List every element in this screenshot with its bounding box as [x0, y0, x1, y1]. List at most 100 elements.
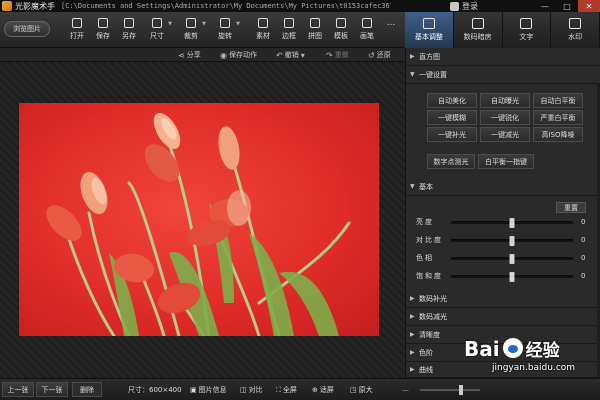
share-button[interactable]: ⋖ 分享 [178, 48, 201, 62]
section-fill-light[interactable]: ▶ 数码补光 [406, 290, 600, 308]
section-one-click[interactable]: ▼ 一键设置 [406, 66, 600, 84]
redo-label: 重做 [334, 51, 349, 59]
slider-track[interactable] [451, 235, 573, 246]
contrast-slider[interactable]: 对比度 0 [416, 231, 591, 249]
crop-label: 裁剪 [184, 32, 198, 40]
tab-basic-adjust[interactable]: 基本调整 [405, 12, 454, 48]
template-icon [336, 18, 346, 28]
undo-icon: ↶ [276, 50, 283, 60]
auto-beautify-button[interactable]: 自动美化 [427, 93, 477, 108]
open-button[interactable]: 打开 [64, 16, 90, 44]
zoom-slider[interactable] [420, 389, 480, 391]
chevron-down-icon[interactable]: ▼ [202, 21, 206, 27]
hue-slider[interactable]: 色相 0 [416, 249, 591, 267]
status-bar: 上一张 下一张 删除 尺寸：600×400 ▣ 图片信息 ◫ 对比 ⛶ 全屏 ⊕… [0, 378, 600, 400]
brush-icon [362, 18, 372, 28]
section-basic[interactable]: ▼ 基本 [406, 178, 600, 196]
tab-label: 文字 [519, 33, 534, 41]
border-button[interactable]: 边框 [276, 16, 302, 44]
high-iso-denoise-button[interactable]: 高ISO降噪 [533, 127, 583, 142]
delete-button[interactable]: 删除 [72, 382, 102, 397]
section-curves[interactable]: ▶ 曲线 [406, 362, 600, 378]
slider-label: 对比度 [416, 236, 443, 244]
section-clarity[interactable]: ▶ 清晰度 [406, 326, 600, 344]
minimize-button[interactable]: — [534, 0, 556, 12]
slider-knob[interactable] [509, 253, 515, 264]
tab-digital-darkroom[interactable]: 数码暗房 [454, 12, 503, 48]
white-balance-picker-button[interactable]: 白平衡一指键 [478, 154, 534, 169]
redo-button[interactable]: ↷ 重做 [326, 48, 349, 62]
spot-metering-button[interactable]: 数字点测光 [427, 154, 475, 169]
one-click-blur-button[interactable]: 一键模糊 [427, 110, 477, 125]
save-as-button[interactable]: 另存 [116, 16, 142, 44]
brightness-slider[interactable]: 亮度 0 [416, 213, 591, 231]
material-button[interactable]: 素材 [250, 16, 276, 44]
image-info-label: 图片信息 [198, 386, 227, 394]
one-click-fill-light-button[interactable]: 一键补光 [427, 127, 477, 142]
collage-button[interactable]: 拼图 [302, 16, 328, 44]
chevron-down-icon[interactable]: ▼ [168, 21, 172, 27]
slider-knob[interactable] [509, 217, 515, 228]
section-label: 色阶 [419, 348, 433, 357]
user-icon [450, 1, 459, 11]
browse-images-button[interactable]: 浏览图片 [4, 21, 50, 37]
image-canvas[interactable] [0, 62, 405, 378]
chevron-down-icon[interactable]: ▼ [236, 21, 240, 27]
next-image-button[interactable]: 下一张 [36, 382, 68, 397]
auto-white-balance-button[interactable]: 自动白平衡 [533, 93, 583, 108]
restore-button[interactable]: ↺ 还原 [368, 48, 391, 62]
main-toolbar: 浏览图片 打开 保存 另存 尺寸 ▼ 裁剪 ▼ 旋转 ▼ 素材 边框 拼图 模板 [0, 12, 405, 48]
border-icon [284, 18, 294, 28]
section-levels[interactable]: ▶ 色阶 [406, 344, 600, 362]
slider-value: 0 [581, 218, 586, 226]
tulip-photo[interactable] [19, 103, 379, 336]
close-button[interactable]: ✕ [578, 0, 600, 12]
fit-screen-button[interactable]: ⊕ 适屏 [312, 379, 334, 400]
text-icon [520, 18, 533, 29]
chevron-right-icon: ▶ [410, 349, 415, 356]
save-icon [98, 18, 108, 28]
auto-exposure-button[interactable]: 自动曝光 [480, 93, 530, 108]
strong-white-balance-button[interactable]: 严重白平衡 [533, 110, 583, 125]
section-histogram[interactable]: ▶ 直方图 [406, 48, 600, 66]
reset-button[interactable]: 重置 [556, 202, 586, 213]
zoom-out-icon[interactable]: — [402, 379, 409, 400]
original-size-button[interactable]: ◳ 原大 [350, 379, 373, 400]
more-icon: ... [386, 18, 396, 28]
slider-track[interactable] [451, 253, 573, 264]
save-action-button[interactable]: ◉ 保存动作 [220, 48, 257, 62]
crop-button[interactable]: 裁剪 ▼ [178, 16, 206, 44]
collage-icon [310, 18, 320, 28]
slider-knob[interactable] [509, 271, 515, 282]
login-button[interactable]: 登录 [450, 0, 478, 12]
collage-label: 拼图 [308, 32, 322, 40]
slider-knob[interactable] [509, 235, 515, 246]
brush-button[interactable]: 画笔 [354, 16, 380, 44]
zoom-slider-knob[interactable] [459, 385, 463, 395]
redo-icon: ↷ [326, 50, 333, 60]
rotate-button[interactable]: 旋转 ▼ [212, 16, 240, 44]
section-reduce-light[interactable]: ▶ 数码减光 [406, 308, 600, 326]
template-button[interactable]: 模板 [328, 16, 354, 44]
undo-label: 撤销 [284, 51, 299, 59]
image-info-button[interactable]: ▣ 图片信息 [190, 379, 227, 400]
maximize-button[interactable]: □ [556, 0, 578, 12]
previous-image-button[interactable]: 上一张 [2, 382, 34, 397]
more-button[interactable]: ... [378, 16, 404, 44]
tab-text[interactable]: 文字 [503, 12, 552, 48]
fullscreen-button[interactable]: ⛶ 全屏 [276, 379, 297, 400]
tab-watermark[interactable]: 水印 [551, 12, 600, 48]
border-label: 边框 [282, 32, 296, 40]
share-label: 分享 [186, 51, 201, 59]
undo-button[interactable]: ↶ 撤销 ▾ [276, 48, 305, 62]
one-click-sharpen-button[interactable]: 一键锐化 [480, 110, 530, 125]
save-button[interactable]: 保存 [90, 16, 116, 44]
chevron-down-icon[interactable]: ▾ [301, 51, 305, 60]
compare-button[interactable]: ◫ 对比 [240, 379, 263, 400]
resize-button[interactable]: 尺寸 ▼ [144, 16, 172, 44]
saturation-slider[interactable]: 饱和度 0 [416, 267, 591, 285]
one-click-reduce-light-button[interactable]: 一键减光 [480, 127, 530, 142]
slider-track[interactable] [451, 217, 573, 228]
slider-track[interactable] [451, 271, 573, 282]
section-label: 直方图 [419, 52, 440, 61]
